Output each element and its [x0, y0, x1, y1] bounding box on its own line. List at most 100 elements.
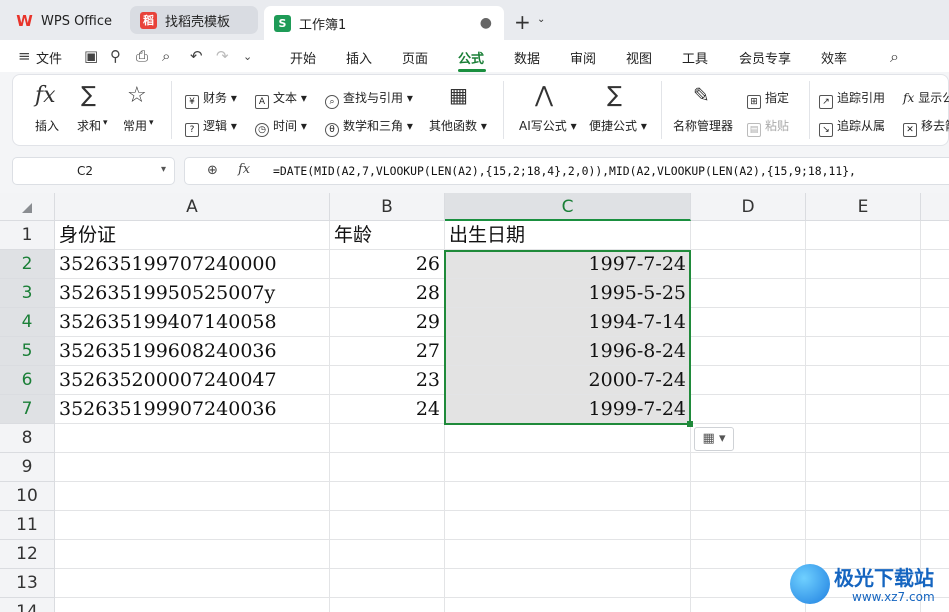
spreadsheet-grid[interactable]: A B C D E 1 2 3 4 5 6 7 8 9 10 11 12 13 …	[0, 193, 949, 612]
star-icon[interactable]: ☆	[127, 83, 147, 108]
quick-formula-button[interactable]: 便捷公式 ▾	[589, 117, 647, 134]
cell-a7[interactable]: 352635199907240036	[55, 395, 330, 424]
menu-tab-view[interactable]: 视图	[626, 48, 652, 67]
share-icon[interactable]: ⚲	[110, 47, 121, 65]
cell-a3[interactable]: 35263519950525007y	[55, 279, 330, 308]
ai-formula-icon[interactable]: ⋀	[535, 83, 553, 108]
row-header[interactable]: 5	[0, 337, 55, 366]
cell-a6[interactable]: 352635200007240047	[55, 366, 330, 395]
menu-tab-member[interactable]: 会员专享	[739, 48, 791, 67]
name-box[interactable]: C2 ▾	[12, 157, 175, 185]
cell-c3[interactable]: 1995-5-25	[445, 279, 691, 308]
insert-function-icon[interactable]: fx	[35, 83, 56, 108]
menu-tab-efficiency[interactable]: 效率	[821, 48, 847, 67]
unsaved-dot-icon[interactable]: ●	[480, 15, 492, 31]
menu-tab-formula[interactable]: 公式	[458, 48, 484, 67]
column-header-c[interactable]: C	[445, 193, 691, 221]
cell-d1[interactable]	[691, 221, 806, 250]
column-header-a[interactable]: A	[55, 193, 330, 221]
print-icon[interactable]: ⎙	[136, 47, 148, 65]
trace-dependents-button[interactable]: ↘ 追踪从属	[819, 117, 885, 137]
save-icon[interactable]: ▣	[84, 47, 98, 65]
chevron-down-icon[interactable]: ⌄	[537, 14, 545, 25]
specify-button[interactable]: ⊞ 指定	[747, 89, 789, 109]
cell-e1[interactable]	[806, 221, 921, 250]
name-manager-button[interactable]: 名称管理器	[673, 117, 733, 134]
menu-tab-data[interactable]: 数据	[514, 48, 540, 67]
autosum-chevron-icon[interactable]: ▾	[103, 118, 108, 128]
paste-options-button[interactable]: ▦ ▾	[694, 427, 734, 451]
cell-a2[interactable]: 352635199707240000	[55, 250, 330, 279]
more-chevron-icon[interactable]: ⌄	[243, 50, 252, 63]
cell-b3[interactable]: 28	[330, 279, 445, 308]
row-header[interactable]: 12	[0, 540, 55, 569]
name-manager-icon[interactable]: ✎	[693, 83, 710, 107]
column-header-e[interactable]: E	[806, 193, 921, 221]
cell-b7[interactable]: 24	[330, 395, 445, 424]
other-functions-icon[interactable]: ▦	[449, 83, 468, 107]
common-functions-button[interactable]: 常用	[123, 117, 147, 134]
column-header-d[interactable]: D	[691, 193, 806, 221]
lookup-reference-button[interactable]: ⌕ 查找与引用 ▾	[325, 89, 413, 109]
row-header[interactable]: 8	[0, 424, 55, 453]
quick-formula-icon[interactable]: ∑	[607, 83, 622, 108]
trace-precedents-button[interactable]: ↗ 追踪引用	[819, 89, 885, 109]
column-header-f[interactable]	[921, 193, 949, 221]
text-button[interactable]: A 文本 ▾	[255, 89, 307, 109]
finance-button[interactable]: ¥ 财务 ▾	[185, 89, 237, 109]
row-header[interactable]: 11	[0, 511, 55, 540]
math-trig-button[interactable]: θ 数学和三角 ▾	[325, 117, 413, 137]
cell-c6[interactable]: 2000-7-24	[445, 366, 691, 395]
other-functions-button[interactable]: 其他函数 ▾	[429, 117, 487, 134]
cell-b1[interactable]: 年龄	[330, 221, 445, 250]
hamburger-icon[interactable]: ≡	[18, 47, 31, 65]
cell-a1[interactable]: 身份证	[55, 221, 330, 250]
redo-icon[interactable]: ↷	[216, 47, 229, 65]
cell-c5[interactable]: 1996-8-24	[445, 337, 691, 366]
fill-handle[interactable]	[687, 421, 693, 427]
row-header[interactable]: 10	[0, 482, 55, 511]
column-header-b[interactable]: B	[330, 193, 445, 221]
cell-a5[interactable]: 352635199608240036	[55, 337, 330, 366]
row-header[interactable]: 1	[0, 221, 55, 250]
chevron-down-icon[interactable]: ▾	[161, 164, 166, 175]
menu-file[interactable]: 文件	[36, 48, 62, 67]
tab-workbook[interactable]: S 工作簿1 ●	[264, 6, 504, 40]
cell-b5[interactable]: 27	[330, 337, 445, 366]
row-header[interactable]: 6	[0, 366, 55, 395]
row-header[interactable]: 14	[0, 598, 55, 612]
cell-c1[interactable]: 出生日期	[445, 221, 691, 250]
autosum-button[interactable]: 求和	[77, 117, 101, 134]
cell-b2[interactable]: 26	[330, 250, 445, 279]
undo-icon[interactable]: ↶	[190, 47, 203, 65]
cell-b4[interactable]: 29	[330, 308, 445, 337]
menu-tab-insert[interactable]: 插入	[346, 48, 372, 67]
new-tab-plus-icon[interactable]: +	[514, 10, 531, 34]
row-header[interactable]: 13	[0, 569, 55, 598]
logic-button[interactable]: ? 逻辑 ▾	[185, 117, 237, 137]
paste-names-button[interactable]: ▤ 粘贴	[747, 117, 789, 137]
zoom-icon[interactable]: ⊕	[207, 163, 218, 178]
ai-formula-button[interactable]: AI写公式 ▾	[519, 117, 577, 134]
cell-c4[interactable]: 1994-7-14	[445, 308, 691, 337]
menu-tab-tools[interactable]: 工具	[682, 48, 708, 67]
print-preview-icon[interactable]: ⌕	[162, 47, 170, 65]
cell-a4[interactable]: 352635199407140058	[55, 308, 330, 337]
formula-bar[interactable]: ⊕ fx =DATE(MID(A2,7,VLOOKUP(LEN(A2),{15,…	[184, 157, 949, 185]
sum-icon[interactable]: ∑	[81, 83, 96, 108]
fx-icon[interactable]: fx	[238, 162, 250, 177]
show-formulas-button[interactable]: fx 显示公	[903, 89, 949, 106]
row-header[interactable]: 2	[0, 250, 55, 279]
tab-wps-office[interactable]: W WPS Office	[6, 6, 124, 36]
formula-input[interactable]: =DATE(MID(A2,7,VLOOKUP(LEN(A2),{15,2;18,…	[273, 164, 856, 178]
menu-tab-page[interactable]: 页面	[402, 48, 428, 67]
time-button[interactable]: ◷ 时间 ▾	[255, 117, 307, 137]
menu-tab-review[interactable]: 审阅	[570, 48, 596, 67]
cell-b6[interactable]: 23	[330, 366, 445, 395]
cell-c7[interactable]: 1999-7-24	[445, 395, 691, 424]
row-header[interactable]: 3	[0, 279, 55, 308]
row-header[interactable]: 7	[0, 395, 55, 424]
select-all-corner[interactable]	[0, 193, 55, 221]
tab-template[interactable]: 稻 找稻壳模板	[130, 6, 258, 34]
menu-tab-home[interactable]: 开始	[290, 48, 316, 67]
